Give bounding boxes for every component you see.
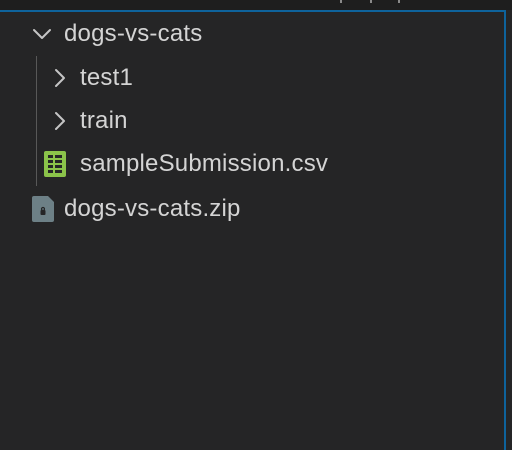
zip-file-icon xyxy=(32,196,54,222)
tree-item-test1-folder[interactable]: test1 xyxy=(0,56,506,100)
separator-tick xyxy=(340,0,342,3)
chevron-right-icon[interactable] xyxy=(50,68,70,88)
tree-item-samplesubmission-csv[interactable]: sampleSubmission.csv xyxy=(0,142,506,186)
separator-tick xyxy=(370,0,372,3)
folder-label: dogs-vs-cats xyxy=(64,20,203,47)
chevron-down-icon[interactable] xyxy=(32,24,52,44)
file-label: dogs-vs-cats.zip xyxy=(64,195,241,222)
file-explorer: dogs-vs-cats test1 train sampleSubmissio… xyxy=(0,0,512,450)
file-label: sampleSubmission.csv xyxy=(80,150,329,177)
tree-item-dogs-vs-cats-zip[interactable]: dogs-vs-cats.zip xyxy=(0,187,506,231)
top-strip xyxy=(0,0,512,10)
separator-tick xyxy=(398,0,400,3)
tree-item-dogs-vs-cats-folder[interactable]: dogs-vs-cats xyxy=(0,12,506,56)
tree-item-train-folder[interactable]: train xyxy=(0,99,506,143)
folder-label: train xyxy=(80,107,128,134)
chevron-right-icon[interactable] xyxy=(50,111,70,131)
csv-file-icon xyxy=(44,151,66,177)
folder-label: test1 xyxy=(80,64,134,91)
